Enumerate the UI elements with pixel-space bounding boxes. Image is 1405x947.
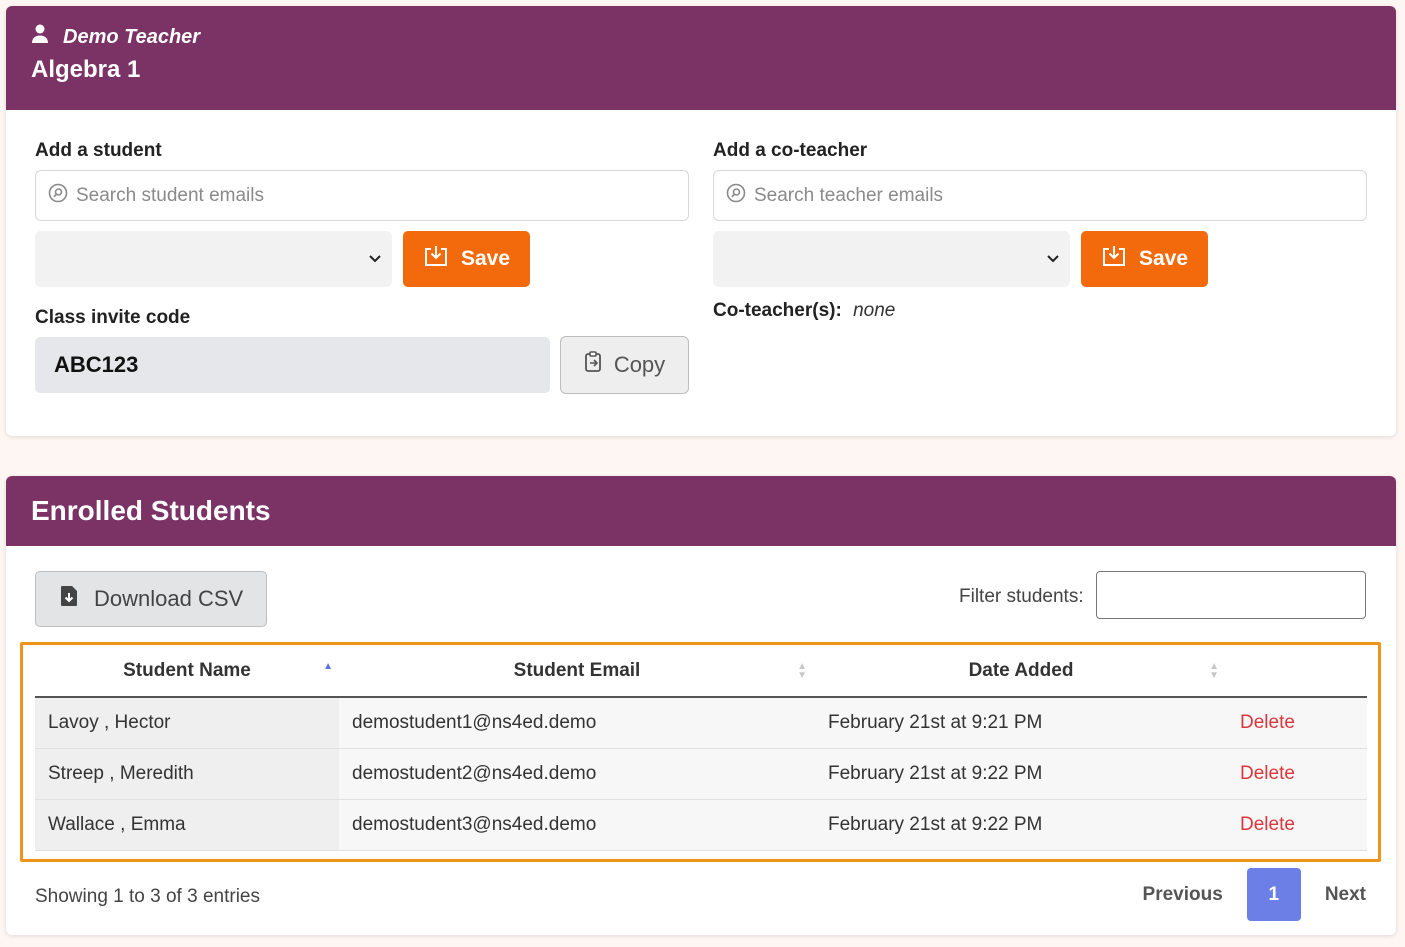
column-header-email[interactable]: Student Email ▲ ▼: [339, 646, 815, 698]
filter-input[interactable]: [1096, 571, 1366, 619]
search-icon: [726, 183, 746, 209]
download-csv-button[interactable]: Download CSV: [35, 571, 267, 627]
date-added: February 21st at 9:21 PM: [815, 697, 1227, 749]
add-coteacher-section: Add a co-teacher Search teacher emails S…: [713, 140, 1367, 287]
save-icon: [423, 245, 449, 273]
student-name: Streep , Meredith: [35, 748, 339, 800]
table-header-row: Student Name ▲ Student Email ▲ ▼ Date Add…: [35, 646, 1367, 698]
column-header-actions: [1227, 646, 1367, 698]
student-name: Wallace , Emma: [35, 799, 339, 851]
table-row: Lavoy , Hector demostudent1@ns4ed.demo F…: [35, 697, 1367, 749]
chevron-down-icon: [368, 248, 382, 273]
student-email: demostudent2@ns4ed.demo: [339, 748, 815, 800]
student-name: Lavoy , Hector: [35, 697, 339, 749]
table-row: Streep , Meredith demostudent2@ns4ed.dem…: [35, 748, 1367, 800]
class-header: Demo Teacher Algebra 1: [6, 6, 1396, 110]
class-settings-card: Demo Teacher Algebra 1 Add a student Sea…: [6, 6, 1396, 436]
sort-asc-icon: ▲: [323, 661, 333, 672]
teacher-search-input[interactable]: Search teacher emails: [713, 170, 1367, 221]
invite-code-field[interactable]: ABC123: [35, 337, 550, 393]
save-student-button[interactable]: Save: [403, 231, 530, 287]
date-added: February 21st at 9:22 PM: [815, 748, 1227, 800]
next-button[interactable]: Next: [1325, 884, 1366, 906]
column-label: Student Name: [123, 660, 251, 681]
clipboard-icon: [584, 351, 604, 379]
sort-icon: ▲ ▼: [1209, 661, 1219, 681]
add-student-section: Add a student Search student emails Save: [35, 140, 689, 287]
user-icon: [31, 24, 49, 50]
download-csv-label: Download CSV: [94, 586, 244, 611]
chevron-down-icon: [1046, 248, 1060, 273]
filter-label: Filter students:: [959, 586, 1084, 607]
date-added: February 21st at 9:22 PM: [815, 799, 1227, 851]
save-coteacher-label: Save: [1138, 247, 1189, 270]
enrolled-students-card: Enrolled Students Download CSV Filter st…: [6, 476, 1396, 935]
student-email: demostudent3@ns4ed.demo: [339, 799, 815, 851]
delete-link[interactable]: Delete: [1227, 697, 1367, 749]
column-label: Student Email: [513, 660, 641, 681]
invite-code-label: Class invite code: [35, 307, 191, 328]
copy-label: Copy: [613, 352, 666, 377]
student-search-input[interactable]: Search student emails: [35, 170, 689, 221]
table-row: Wallace , Emma demostudent3@ns4ed.demo F…: [35, 799, 1367, 851]
delete-link[interactable]: Delete: [1227, 748, 1367, 800]
search-icon: [48, 183, 68, 209]
students-table: Student Name ▲ Student Email ▲ ▼ Date Add…: [35, 646, 1367, 851]
student-search-placeholder: Search student emails: [76, 184, 264, 206]
sort-icon: ▲ ▼: [797, 661, 807, 681]
column-label: Date Added: [968, 660, 1074, 681]
student-email: demostudent1@ns4ed.demo: [339, 697, 815, 749]
teacher-search-placeholder: Search teacher emails: [754, 184, 944, 206]
copy-button[interactable]: Copy: [560, 336, 689, 394]
column-header-name[interactable]: Student Name ▲: [35, 646, 339, 698]
page-button-current[interactable]: 1: [1246, 868, 1301, 921]
save-student-label: Save: [460, 247, 511, 270]
coteachers-label: Co-teacher(s):: [713, 300, 842, 321]
delete-link[interactable]: Delete: [1227, 799, 1367, 851]
previous-button[interactable]: Previous: [1143, 884, 1223, 906]
teacher-name: Demo Teacher: [63, 25, 201, 48]
column-header-date[interactable]: Date Added ▲ ▼: [815, 646, 1227, 698]
coteachers-list: Co-teacher(s): none: [713, 300, 895, 322]
add-coteacher-label: Add a co-teacher: [713, 140, 868, 161]
coteachers-value: none: [853, 300, 896, 321]
student-select[interactable]: [35, 231, 392, 287]
save-coteacher-button[interactable]: Save: [1081, 231, 1208, 287]
enrolled-title: Enrolled Students: [6, 476, 1396, 546]
teacher-select[interactable]: [713, 231, 1070, 287]
add-student-label: Add a student: [35, 140, 162, 161]
file-download-icon: [60, 585, 78, 613]
class-title: Algebra 1: [31, 56, 141, 83]
save-icon: [1101, 245, 1127, 273]
pagination: Previous 1 Next: [1143, 868, 1366, 921]
entries-info: Showing 1 to 3 of 3 entries: [35, 886, 260, 907]
